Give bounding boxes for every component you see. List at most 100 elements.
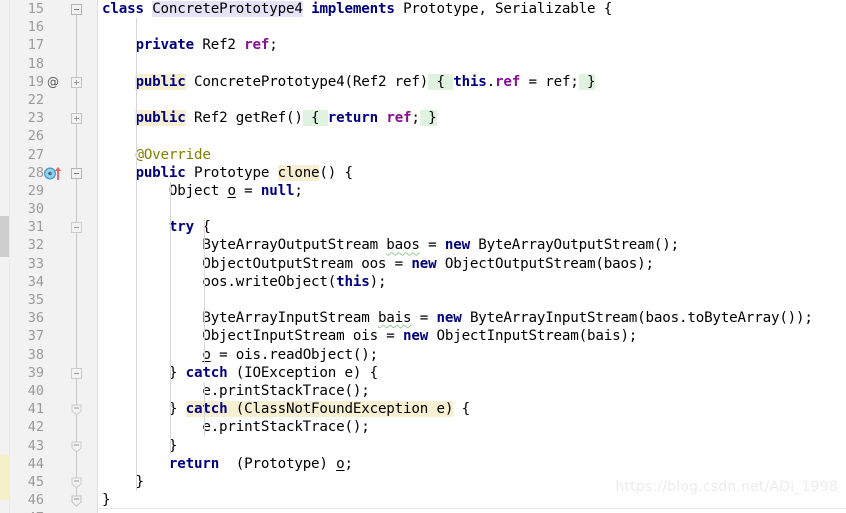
gutter-row[interactable]: 46 (10, 491, 98, 509)
gutter-row[interactable]: 29 (10, 182, 98, 200)
gutter-row[interactable]: 31 (10, 218, 98, 236)
gutter-row[interactable]: 19 @ (10, 73, 98, 91)
fold-end-icon[interactable] (70, 494, 83, 507)
code-line[interactable]: public Prototype clone() { (98, 164, 846, 182)
brace-highlight: { (428, 73, 454, 90)
fold-end-icon[interactable] (70, 403, 83, 416)
gutter-row[interactable]: 15 (10, 0, 98, 18)
gutter-row[interactable]: 47 (10, 509, 98, 513)
line-number: 16 (27, 19, 44, 36)
fold-plus-icon[interactable] (70, 112, 83, 125)
gutter-row[interactable]: 45 (10, 473, 98, 491)
search-match-highlight: catch (ClassNotFoundException e) (185, 401, 454, 418)
code-line[interactable] (98, 127, 846, 145)
line-number: 22 (27, 91, 44, 108)
line-number: 43 (27, 437, 44, 454)
annotation-gutter-icon[interactable]: @ (46, 73, 60, 91)
code-line[interactable]: ObjectOutputStream oos = new ObjectOutpu… (98, 255, 846, 273)
line-number: 27 (27, 146, 44, 163)
code-line[interactable] (98, 200, 846, 218)
fold-minus-icon[interactable] (70, 367, 83, 380)
code-line[interactable]: } catch (IOException e) { (98, 364, 846, 382)
line-number: 44 (27, 455, 44, 472)
code-line[interactable]: ObjectInputStream ois = new ObjectInputS… (98, 327, 846, 345)
fold-end-icon[interactable] (70, 476, 83, 489)
code-line[interactable] (98, 18, 846, 36)
token-local-var: o (336, 455, 345, 472)
token-keyword: catch (185, 364, 228, 381)
token-keyword: new (411, 255, 437, 272)
code-line[interactable] (98, 55, 846, 73)
gutter-row[interactable]: 30 (10, 200, 98, 218)
fold-end-icon[interactable] (70, 440, 83, 453)
code-line[interactable]: return (Prototype) o; (98, 455, 846, 473)
code-line[interactable]: private Ref2 ref; (98, 36, 846, 54)
fold-minus-icon[interactable] (70, 221, 83, 234)
code-line[interactable] (98, 91, 846, 109)
gutter-row[interactable]: 17 (10, 36, 98, 54)
code-line[interactable] (98, 291, 846, 309)
brace-highlight: { (302, 110, 328, 127)
code-text-area[interactable]: class ConcretePrototype4 implements Prot… (98, 0, 846, 513)
line-number: 34 (27, 273, 44, 290)
code-line[interactable]: o = ois.readObject(); (98, 346, 846, 364)
line-number: 30 (27, 201, 44, 218)
token-local-var: o (227, 182, 236, 199)
gutter-row[interactable]: 38 (10, 346, 98, 364)
code-line[interactable]: try { (98, 218, 846, 236)
scrollbar-thumb[interactable] (0, 216, 9, 257)
gutter-row[interactable]: 32 (10, 236, 98, 254)
line-number-gutter[interactable]: 15 16 17 18 19 @ 22 23 26 27 28 29 30 31… (10, 0, 98, 513)
code-line[interactable]: e.printStackTrace(); (98, 418, 846, 436)
gutter-row[interactable]: 16 (10, 18, 98, 36)
gutter-row[interactable]: 28 (10, 164, 98, 182)
line-number: 26 (27, 128, 44, 145)
brace-highlight: } (578, 73, 596, 90)
warning-stripe-marker[interactable] (0, 455, 9, 500)
gutter-row[interactable]: 42 (10, 418, 98, 436)
gutter-row[interactable]: 35 (10, 291, 98, 309)
gutter-row[interactable]: 43 (10, 437, 98, 455)
gutter-row[interactable]: 39 (10, 364, 98, 382)
code-line[interactable]: ByteArrayOutputStream baos = new ByteArr… (98, 236, 846, 254)
gutter-row[interactable]: 44 (10, 455, 98, 473)
gutter-row[interactable]: 33 (10, 255, 98, 273)
code-line[interactable]: } (98, 437, 846, 455)
line-number: 31 (27, 219, 44, 236)
fold-minus-icon[interactable] (70, 167, 83, 180)
fold-plus-icon[interactable] (70, 76, 83, 89)
token-keyword: null (260, 182, 295, 199)
line-number: 38 (27, 346, 44, 363)
gutter-row[interactable]: 41 (10, 400, 98, 418)
code-line[interactable]: class ConcretePrototype4 implements Prot… (98, 0, 846, 18)
gutter-row[interactable]: 26 (10, 127, 98, 145)
gutter-row[interactable]: 34 (10, 273, 98, 291)
code-line[interactable]: @Override (98, 146, 846, 164)
line-number: 47 (18, 509, 44, 513)
token-keyword: return (168, 455, 220, 472)
token-keyword: new (403, 328, 429, 345)
gutter-row[interactable]: 40 (10, 382, 98, 400)
token-keyword-highlighted: public (135, 110, 186, 127)
code-line[interactable]: e.printStackTrace(); (98, 382, 846, 400)
error-stripe-marker-bar[interactable] (0, 0, 10, 513)
code-editor[interactable]: 15 16 17 18 19 @ 22 23 26 27 28 29 30 31… (0, 0, 846, 513)
line-number: 45 (27, 473, 44, 490)
gutter-row[interactable]: 27 (10, 146, 98, 164)
fold-minus-icon[interactable] (70, 3, 83, 16)
code-line[interactable]: } catch (ClassNotFoundException e) { (98, 400, 846, 418)
line-number: 29 (27, 182, 44, 199)
line-number: 18 (27, 55, 44, 72)
gutter-row[interactable]: 23 (10, 109, 98, 127)
override-method-icon[interactable] (44, 166, 66, 181)
code-line[interactable]: Object o = null; (98, 182, 846, 200)
code-line[interactable]: public Ref2 getRef() { return ref; } (98, 109, 846, 127)
gutter-row[interactable]: 37 (10, 327, 98, 345)
code-line[interactable]: ByteArrayInputStream bais = new ByteArra… (98, 309, 846, 327)
line-number: 17 (27, 37, 44, 54)
gutter-row[interactable]: 36 (10, 309, 98, 327)
gutter-row[interactable]: 18 (10, 55, 98, 73)
code-line[interactable]: oos.writeObject(this); (98, 273, 846, 291)
code-line[interactable]: public ConcretePrototype4(Ref2 ref) { th… (98, 73, 846, 91)
gutter-row[interactable]: 22 (10, 91, 98, 109)
